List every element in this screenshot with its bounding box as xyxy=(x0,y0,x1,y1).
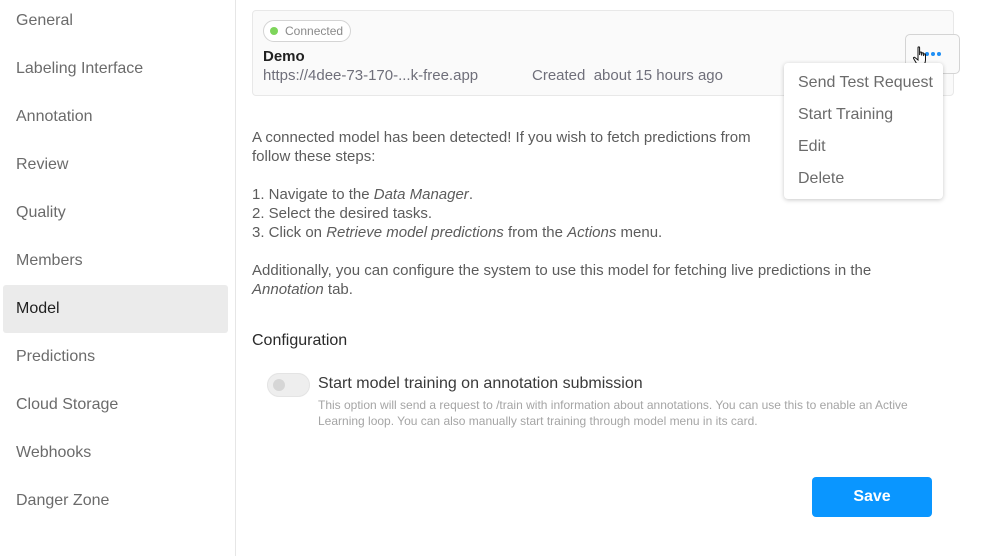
ellipsis-icon xyxy=(930,52,935,56)
sidebar-item-cloud-storage[interactable]: Cloud Storage xyxy=(3,381,228,429)
sidebar-item-predictions[interactable]: Predictions xyxy=(3,333,228,381)
intro-line-2: follow these steps: xyxy=(252,148,376,165)
ellipsis-icon xyxy=(936,52,941,56)
additional-suffix: tab. xyxy=(323,281,353,298)
step-2: 2. Select the desired tasks. xyxy=(252,205,433,222)
step-3: 3. Click on Retrieve model predictions f… xyxy=(252,223,662,242)
training-toggle-label: Start model training on annotation submi… xyxy=(318,375,643,392)
additional-line-1: Additionally, you can configure the syst… xyxy=(252,262,872,279)
sidebar-item-review[interactable]: Review xyxy=(3,141,228,189)
configuration-title: Configuration xyxy=(252,332,348,349)
status-dot-icon xyxy=(270,27,278,35)
model-name: Demo xyxy=(263,48,305,65)
menu-item-start-training[interactable]: Start Training xyxy=(784,99,943,131)
save-button[interactable]: Save xyxy=(812,477,932,517)
step-1: 1. Navigate to the Data Manager. xyxy=(252,185,473,204)
sidebar-item-annotation[interactable]: Annotation xyxy=(3,93,228,141)
toggle-knob xyxy=(273,379,285,391)
step-1-prefix: 1. Navigate to the xyxy=(252,186,374,203)
step-1-suffix: . xyxy=(468,186,473,203)
sidebar-item-danger-zone[interactable]: Danger Zone xyxy=(3,477,228,525)
step-3-prefix: 3. Click on xyxy=(252,224,327,241)
model-actions-menu: Send Test Request Start Training Edit De… xyxy=(784,63,943,199)
status-badge: Connected xyxy=(263,20,352,42)
step-3-suffix: menu. xyxy=(616,224,663,241)
menu-item-send-test-request[interactable]: Send Test Request xyxy=(784,67,943,99)
additional-line-2: Annotation tab. xyxy=(252,280,353,299)
model-url: https://4dee-73-170-...k-free.app xyxy=(263,67,479,84)
created-value: about 15 hours ago xyxy=(593,67,723,84)
training-toggle-help: This option will send a request to /trai… xyxy=(318,398,908,428)
sidebar-item-model[interactable]: Model xyxy=(3,285,228,333)
menu-item-delete[interactable]: Delete xyxy=(784,163,943,195)
sidebar-item-members[interactable]: Members xyxy=(3,237,228,285)
menu-item-edit[interactable]: Edit xyxy=(784,131,943,163)
sidebar-item-general[interactable]: General xyxy=(3,0,228,45)
step-3-mid: from the xyxy=(503,224,568,241)
sidebar-item-labeling-interface[interactable]: Labeling Interface xyxy=(3,45,228,93)
intro-line-1: A connected model has been detected! If … xyxy=(252,129,751,146)
created-label: Created xyxy=(532,67,586,84)
settings-sidebar: General Labeling Interface Annotation Re… xyxy=(0,0,236,556)
main-content: Connected Demo https://4dee-73-170-...k-… xyxy=(236,0,995,556)
created-info: Created about 15 hours ago xyxy=(532,67,723,84)
training-toggle[interactable] xyxy=(267,373,310,397)
step-3-emphasis-1: Retrieve model predictions xyxy=(326,224,504,241)
step-1-emphasis: Data Manager xyxy=(373,186,469,203)
sidebar-item-webhooks[interactable]: Webhooks xyxy=(3,429,228,477)
status-text: Connected xyxy=(285,24,344,38)
sidebar-item-quality[interactable]: Quality xyxy=(3,189,228,237)
additional-emphasis: Annotation xyxy=(252,281,324,298)
step-3-emphasis-2: Actions xyxy=(567,224,617,241)
